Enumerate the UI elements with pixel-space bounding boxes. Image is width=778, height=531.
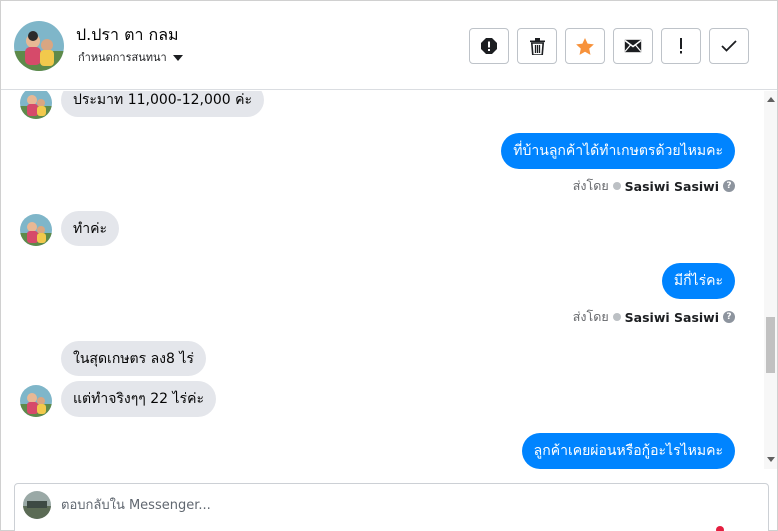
sent-by-row: ส่งโดย Sasiwi Sasiwi ? <box>573 176 735 196</box>
check-icon <box>721 40 737 52</box>
sender-status-icon <box>612 182 621 190</box>
header-actions <box>469 28 749 64</box>
report-icon <box>481 38 497 54</box>
sent-by-label: ส่งโดย <box>572 309 609 324</box>
scroll-down-arrow-icon[interactable] <box>767 457 775 462</box>
conversation-header: ป.ปรา ตา กลม กำหนดการสนทนา <box>1 1 777 90</box>
contact-name[interactable]: ป.ปรา ตา กลม <box>76 23 179 48</box>
sender-name[interactable]: Sasiwi Sasiwi <box>625 179 719 194</box>
sent-by-row: ส่งโดย Sasiwi Sasiwi ? <box>573 307 735 327</box>
contact-avatar[interactable] <box>14 21 64 71</box>
incoming-message[interactable]: แต่ทำจริงๆๆ 22 ไร่ค่ะ <box>61 381 216 417</box>
contact-avatar-small <box>20 385 52 417</box>
help-icon[interactable]: ? <box>723 180 735 192</box>
assign-conversation-label: กำหนดการสนทนา <box>78 51 167 64</box>
incoming-message[interactable]: ในสุดเกษตร ลง8 ไร่ <box>61 341 206 376</box>
mark-unread-button[interactable] <box>613 28 653 64</box>
contact-avatar-small <box>20 91 52 119</box>
exclamation-icon <box>680 38 682 54</box>
sent-by-label: ส่งโดย <box>572 178 609 193</box>
outgoing-message[interactable]: ลูกค้าเคยผ่อนหรือกู้อะไรไหมคะ <box>521 433 735 469</box>
mail-icon <box>624 39 642 53</box>
caret-down-icon <box>172 54 183 61</box>
trash-icon <box>529 37 545 55</box>
reply-input[interactable] <box>61 494 741 516</box>
outgoing-message[interactable]: มีกี่ไร่คะ <box>661 263 735 299</box>
incoming-message[interactable]: ทำค่ะ <box>61 211 119 246</box>
sender-name[interactable]: Sasiwi Sasiwi <box>625 310 719 325</box>
notification-dot <box>716 526 724 531</box>
delete-button[interactable] <box>517 28 557 64</box>
thread-scrollbar[interactable] <box>764 91 777 469</box>
help-icon[interactable]: ? <box>723 311 735 323</box>
sender-status-icon <box>612 313 621 321</box>
outgoing-message[interactable]: ที่บ้านลูกค้าได้ทำเกษตรด้วยไหมคะ <box>501 133 735 169</box>
spam-button[interactable] <box>661 28 701 64</box>
incoming-message[interactable]: ประมาท 11,000-12,000 ค่ะ <box>61 91 265 117</box>
mark-done-button[interactable] <box>709 28 749 64</box>
star-button[interactable] <box>565 28 605 64</box>
star-icon <box>576 37 594 55</box>
scrollbar-thumb[interactable] <box>766 317 775 373</box>
scroll-up-arrow-icon[interactable] <box>767 97 775 102</box>
contact-avatar-small <box>20 214 52 246</box>
reply-composer <box>14 483 769 531</box>
assign-conversation-dropdown[interactable]: กำหนดการสนทนา <box>78 48 183 66</box>
page-avatar <box>23 491 51 519</box>
message-thread[interactable]: ประมาท 11,000-12,000 ค่ะ ที่บ้านลูกค้าได… <box>1 91 764 469</box>
report-button[interactable] <box>469 28 509 64</box>
